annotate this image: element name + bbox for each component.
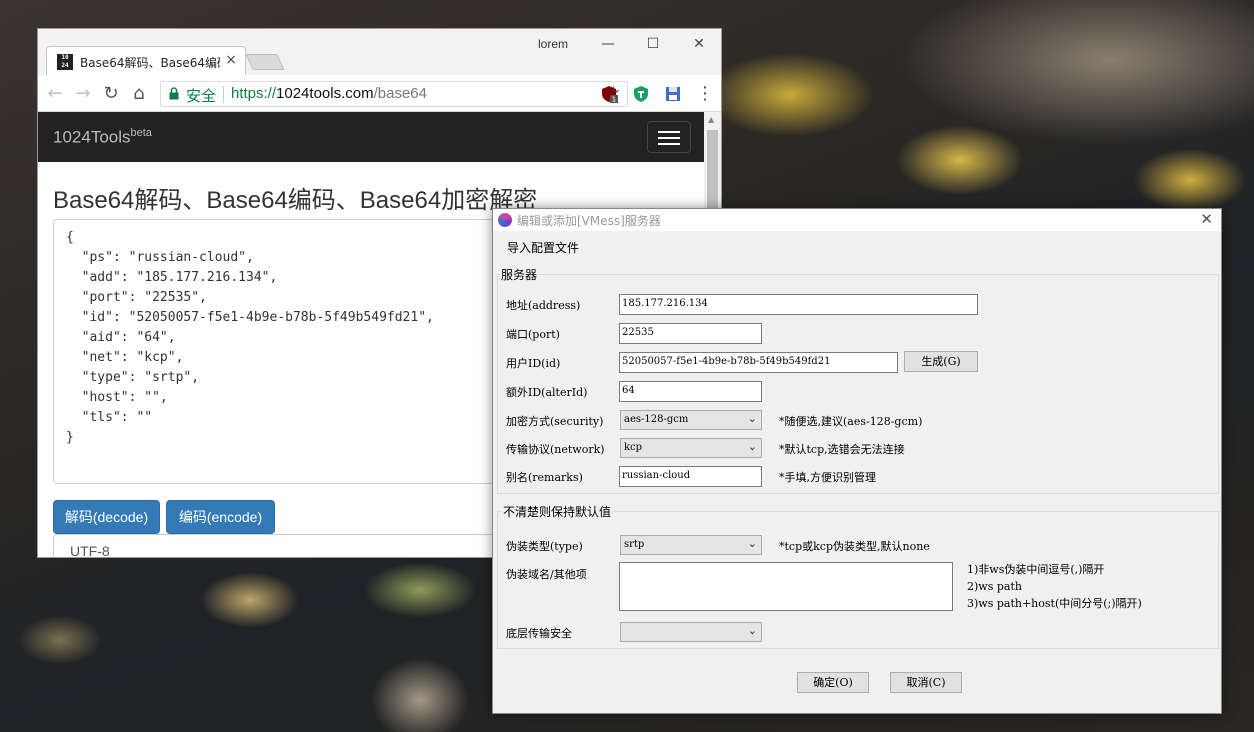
network-note: *默认tcp,选错会无法连接 — [779, 443, 905, 456]
address-bar[interactable]: 安全 https://1024tools.com/base64 ★ — [160, 81, 628, 107]
port-label: 端口(port) — [506, 328, 560, 341]
save-extension-icon[interactable] — [664, 85, 682, 103]
network-select[interactable]: kcp ⌄ — [620, 438, 762, 458]
tls-label: 底层传输安全 — [506, 627, 572, 640]
maximize-icon[interactable]: ☐ — [638, 33, 668, 55]
home-icon[interactable]: ⌂ — [128, 83, 150, 105]
host-hint-1: 1)非ws伪装中间逗号(,)隔开 — [967, 563, 1105, 576]
type-note: *tcp或kcp伪装类型,默认none — [779, 540, 930, 553]
network-selected: kcp — [624, 442, 643, 453]
security-select[interactable]: aes-128-gcm ⌄ — [620, 410, 762, 430]
lock-icon — [169, 87, 179, 100]
advanced-group-label: 不清楚则保持默认值 — [501, 503, 614, 520]
close-window-icon[interactable]: ✕ — [684, 33, 714, 55]
dialog-close-icon[interactable]: ✕ — [1200, 210, 1213, 228]
profile-name[interactable]: lorem — [538, 37, 568, 51]
omnibox-separator — [223, 86, 224, 103]
type-selected: srtp — [624, 539, 645, 550]
tab-title: Base64解码、Base64编码 — [80, 56, 220, 70]
url-path: /base64 — [373, 85, 427, 102]
scroll-up-icon[interactable]: ▲ — [708, 115, 714, 124]
chevron-down-icon: ⌄ — [747, 624, 757, 637]
ublock-extension-icon[interactable]: 1 — [600, 85, 618, 103]
remarks-note: *手填,方便识别管理 — [779, 471, 876, 484]
forward-icon[interactable]: → — [72, 83, 94, 105]
chevron-down-icon: ⌄ — [747, 537, 757, 550]
port-input[interactable]: 22535 — [619, 323, 762, 344]
v2ray-app-icon — [498, 213, 512, 227]
dialog-titlebar: 编辑或添加[VMess]服务器 ✕ — [493, 209, 1221, 231]
url-scheme: https:// — [231, 85, 277, 102]
minimize-icon[interactable]: — — [593, 33, 623, 55]
url-text: https://1024tools.com/base64 — [231, 85, 427, 102]
tls-select[interactable]: ⌄ — [620, 622, 762, 642]
site-brand-name: 1024Tools — [53, 127, 131, 147]
decode-button[interactable]: 解码(decode) — [53, 500, 160, 534]
shield-extension-icon[interactable] — [632, 85, 650, 103]
ok-button[interactable]: 确定(O) — [797, 672, 869, 693]
browser-tab[interactable]: 10 24 Base64解码、Base64编码 × — [46, 46, 246, 76]
security-label: 加密方式(security) — [506, 415, 604, 428]
type-select[interactable]: srtp ⌄ — [620, 535, 762, 555]
back-icon[interactable]: ← — [44, 83, 66, 105]
site-navbar: 1024Toolsbeta — [38, 112, 706, 162]
site-brand[interactable]: 1024Toolsbeta — [53, 127, 152, 148]
alterid-label: 额外ID(alterId) — [506, 386, 588, 399]
tab-close-icon[interactable]: × — [225, 52, 237, 68]
new-tab-button[interactable] — [245, 54, 285, 70]
host-label: 伪装域名/其他项 — [506, 568, 587, 581]
menu-dots-icon[interactable]: ⋮ — [694, 83, 716, 105]
type-label: 伪装类型(type) — [506, 540, 583, 553]
chevron-down-icon: ⌄ — [747, 412, 757, 425]
alterid-input[interactable]: 64 — [619, 381, 762, 402]
security-note: *随便选,建议(aes-128-gcm) — [779, 415, 923, 428]
hamburger-menu-icon[interactable] — [647, 121, 691, 153]
site-favicon-icon: 10 24 — [57, 54, 73, 70]
host-hint-2: 2)ws path — [967, 580, 1022, 593]
encode-button[interactable]: 编码(encode) — [166, 500, 275, 534]
generate-id-button[interactable]: 生成(G) — [904, 351, 978, 372]
url-host: 1024tools.com — [276, 85, 374, 102]
browser-titlebar: 10 24 Base64解码、Base64编码 × lorem — ☐ ✕ — [38, 29, 721, 76]
menu-import-config[interactable]: 导入配置文件 — [507, 239, 579, 256]
extension-badge: 1 — [612, 96, 616, 104]
reload-icon[interactable]: ↻ — [100, 83, 122, 105]
page-title: Base64解码、Base64编码、Base64加密解密 — [53, 187, 538, 214]
vmess-dialog: 编辑或添加[VMess]服务器 ✕ 导入配置文件 服务器 地址(address)… — [492, 208, 1222, 714]
security-selected: aes-128-gcm — [624, 414, 689, 425]
user-id-input[interactable]: 52050057-f5e1-4b9e-b78b-5f49b549fd21 — [619, 352, 898, 373]
user-id-label: 用户ID(id) — [506, 357, 561, 370]
remarks-label: 别名(remarks) — [506, 471, 583, 484]
server-group-label: 服务器 — [499, 266, 540, 283]
network-label: 传输协议(network) — [506, 443, 605, 456]
dialog-title: 编辑或添加[VMess]服务器 — [517, 214, 661, 228]
secure-label: 安全 — [186, 88, 217, 105]
host-hint-3: 3)ws path+host(中间分号(;)隔开) — [967, 597, 1142, 610]
host-textarea[interactable] — [619, 562, 953, 611]
remarks-input[interactable]: russian-cloud — [619, 466, 762, 487]
address-label: 地址(address) — [506, 299, 581, 312]
address-input[interactable]: 185.177.216.134 — [619, 294, 978, 315]
site-brand-beta: beta — [130, 127, 152, 139]
browser-toolbar: ← → ↻ ⌂ 安全 https://1024tools.com/base64 … — [38, 75, 721, 112]
chevron-down-icon: ⌄ — [747, 440, 757, 453]
cancel-button[interactable]: 取消(C) — [890, 672, 962, 693]
